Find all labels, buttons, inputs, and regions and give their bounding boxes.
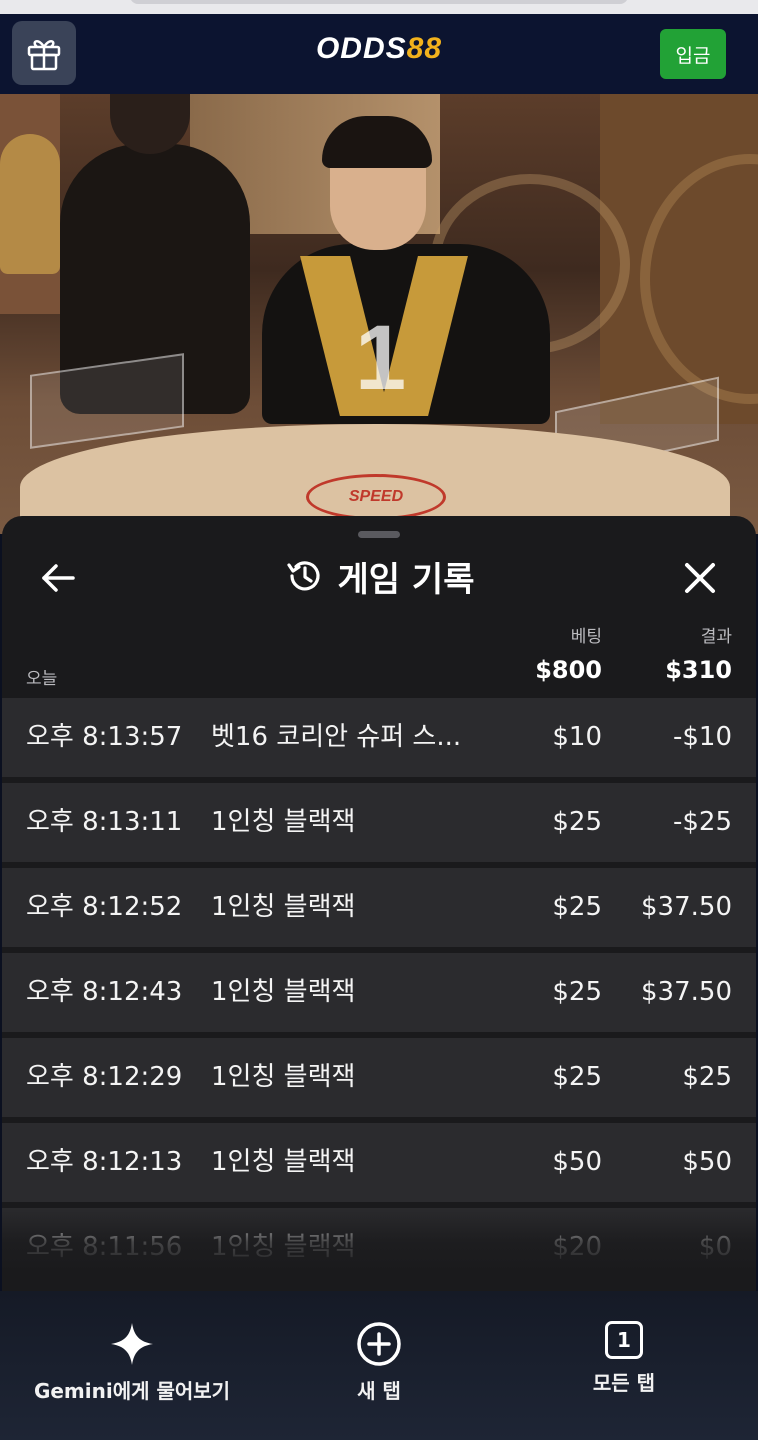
row-bet: $25 [552, 807, 602, 837]
tab-count-icon: 1 [605, 1321, 643, 1359]
row-bet: $20 [552, 1232, 602, 1262]
row-game: 1인칭 블랙잭 [211, 807, 356, 837]
history-row[interactable]: 오후 8:12:29 1인칭 블랙잭 $25 $25 [2, 1038, 756, 1117]
close-button[interactable] [678, 558, 722, 598]
history-row[interactable]: 오후 8:11:56 1인칭 블랙잭 $20 $0 [2, 1208, 756, 1287]
game-history-sheet: 게임 기록 베팅 결과 오늘 $800 $310 오후 8:13:57 벳16 … [2, 516, 756, 1291]
row-time: 오후 8:12:52 [26, 892, 183, 922]
notch [130, 0, 628, 4]
row-result: $50 [682, 1147, 732, 1177]
history-row[interactable]: 오후 8:13:11 1인칭 블랙잭 $25 -$25 [2, 783, 756, 862]
row-game: 1인칭 블랙잭 [211, 1147, 356, 1177]
sheet-drag-handle[interactable] [358, 531, 400, 538]
history-row[interactable]: 오후 8:13:57 벳16 코리안 슈퍼 스... $10 -$10 [2, 698, 756, 777]
history-row[interactable]: 오후 8:12:13 1인칭 블랙잭 $50 $50 [2, 1123, 756, 1202]
brand-logo[interactable]: ODDS88 [0, 32, 758, 66]
date-group-label: 오늘 [26, 669, 58, 689]
all-tabs-label: 모든 탭 [592, 1371, 656, 1395]
row-time: 오후 8:11:56 [26, 1232, 183, 1262]
row-time: 오후 8:13:57 [26, 722, 183, 752]
row-result: $0 [698, 1232, 732, 1262]
history-list: 오후 8:13:57 벳16 코리안 슈퍼 스... $10 -$10 오후 8… [2, 698, 756, 1291]
row-time: 오후 8:12:43 [26, 977, 183, 1007]
column-header-result: 결과 [700, 627, 732, 647]
close-icon [685, 563, 715, 593]
video-side-person [0, 134, 60, 274]
table-brand-logo: SPEED [306, 474, 446, 520]
row-game: 벳16 코리안 슈퍼 스... [211, 722, 461, 752]
tab-count: 1 [617, 1328, 631, 1352]
row-bet: $25 [552, 892, 602, 922]
row-bet: $25 [552, 977, 602, 1007]
sparkle-icon [111, 1323, 153, 1365]
history-icon [286, 561, 320, 591]
row-result: -$25 [672, 807, 732, 837]
row-game: 1인칭 블랙잭 [211, 892, 356, 922]
logo-text-number: 88 [406, 32, 443, 65]
logo-text-main: ODDS [315, 32, 407, 65]
countdown-number: 1 [355, 307, 407, 409]
ask-gemini-label: Gemini에게 물어보기 [33, 1379, 231, 1403]
row-bet: $10 [552, 722, 602, 752]
row-result: $37.50 [641, 892, 732, 922]
row-time: 오후 8:12:13 [26, 1147, 183, 1177]
row-bet: $50 [552, 1147, 602, 1177]
new-tab-button[interactable]: 새 탭 [329, 1321, 429, 1404]
history-row[interactable]: 오후 8:12:52 1인칭 블랙잭 $25 $37.50 [2, 868, 756, 947]
sheet-title: 게임 기록 [337, 559, 475, 600]
row-result: $37.50 [641, 977, 732, 1007]
live-dealer-video: SPEED 1 [0, 94, 758, 534]
deposit-button[interactable]: 입금 [660, 29, 726, 79]
browser-bottom-bar: Gemini에게 물어보기 새 탭 1 모든 탭 [0, 1291, 758, 1440]
plus-circle-icon [357, 1322, 401, 1366]
sheet-header: 게임 기록 [2, 552, 756, 600]
total-result: $310 [665, 656, 732, 684]
total-bet: $800 [535, 656, 602, 684]
top-bar: ODDS88 입금 [0, 14, 758, 95]
row-game: 1인칭 블랙잭 [211, 1232, 356, 1262]
row-time: 오후 8:13:11 [26, 807, 183, 837]
row-game: 1인칭 블랙잭 [211, 1062, 356, 1092]
new-tab-label: 새 탭 [357, 1379, 401, 1403]
ask-gemini-button[interactable]: Gemini에게 물어보기 [34, 1321, 230, 1404]
history-row[interactable]: 오후 8:12:43 1인칭 블랙잭 $25 $37.50 [2, 953, 756, 1032]
row-bet: $25 [552, 1062, 602, 1092]
row-game: 1인칭 블랙잭 [211, 977, 356, 1007]
status-bar [0, 0, 758, 14]
column-header-bet: 베팅 [570, 627, 602, 647]
video-card-tray [30, 353, 184, 449]
row-result: $25 [682, 1062, 732, 1092]
row-result: -$10 [672, 722, 732, 752]
all-tabs-button[interactable]: 1 모든 탭 [574, 1321, 674, 1396]
row-time: 오후 8:12:29 [26, 1062, 183, 1092]
